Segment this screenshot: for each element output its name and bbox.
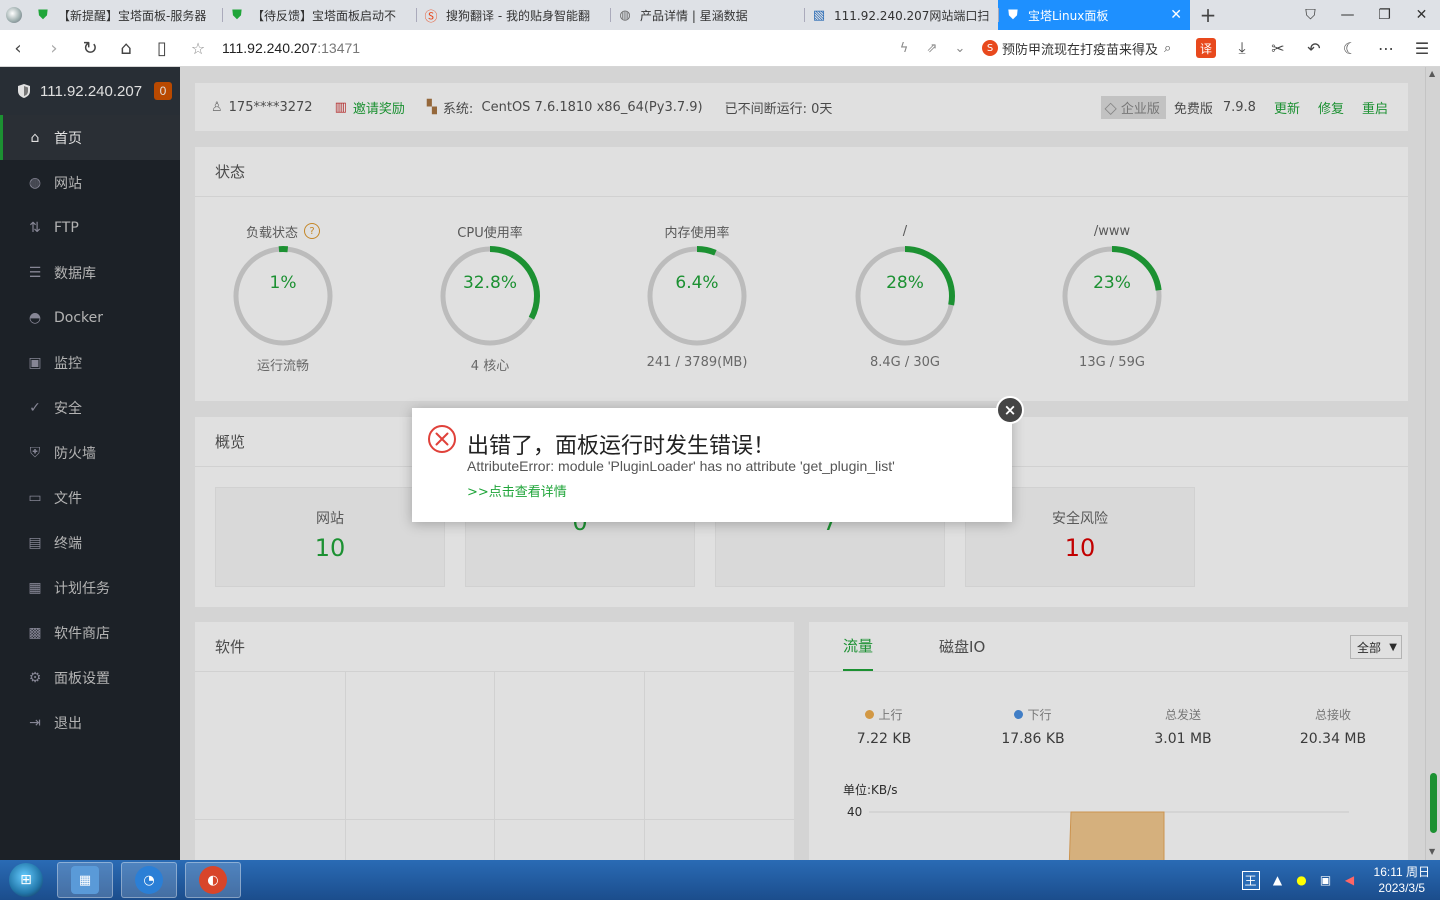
tab-title: 宝塔Linux面板 (1028, 8, 1109, 23)
search-text: 预防甲流现在打疫苗来得及 (1002, 42, 1158, 58)
search-icon[interactable]: ⌕ (1164, 41, 1171, 56)
bookmark-star-icon[interactable]: ☆ (180, 30, 216, 67)
minimize-button[interactable]: — (1329, 0, 1366, 30)
download-icon[interactable]: ⤓ (1224, 30, 1260, 67)
scissors-icon[interactable]: ✂ (1260, 30, 1296, 67)
shield-icon: ⛊ (232, 7, 242, 23)
translate-button[interactable]: 译 (1188, 30, 1224, 67)
shield-icon: ⛊ (1008, 7, 1018, 23)
ime-icon[interactable]: 王 (1241, 870, 1260, 890)
browser-tab[interactable]: ◍ 产品详情 | 星涵数据 (610, 0, 804, 30)
sogou-icon: S (982, 40, 998, 56)
close-dialog-button[interactable]: × (996, 396, 1024, 424)
chevron-down-icon[interactable]: ⌄ (946, 41, 974, 56)
windows-taskbar: ⊞ ▦ ◔ ◐ 王 ▲ ● ▣ ◀ 16:11 周日 2023/3/5 (0, 860, 1440, 900)
reader-mode-icon[interactable]: ▯ (144, 30, 180, 67)
tab-title: 【待反馈】宝塔面板启动不 (252, 8, 397, 23)
globe-icon: ◍ (619, 7, 631, 23)
tray-expand-icon[interactable]: ▲ (1266, 873, 1290, 887)
error-dialog: 出错了，面板运行时发生错误！ AttributeError: module 'P… (412, 408, 1012, 522)
lightning-icon[interactable]: ϟ (890, 41, 918, 56)
reload-button[interactable]: ↻ (72, 30, 108, 67)
app-icon: ◐ (199, 866, 227, 894)
browser-tab-strip: ⛊ 【新提醒】宝塔面板-服务器 ⛊ 【待反馈】宝塔面板启动不 Ⓢ 搜狗翻译 - 我的贴身智… (0, 0, 1440, 30)
taskbar-app-browser[interactable]: ◔ (121, 862, 177, 898)
browser-tab[interactable]: ▧ 111.92.240.207网站端口扫 (804, 0, 998, 30)
app-icon: ▦ (71, 866, 99, 894)
taskbar-app-3[interactable]: ◐ (185, 862, 241, 898)
browser-logo-icon[interactable] (0, 0, 28, 30)
more-icon[interactable]: ⋯ (1368, 30, 1404, 67)
forward-button[interactable]: › (36, 30, 72, 67)
close-tab-icon[interactable]: ✕ (1164, 7, 1182, 23)
search-box[interactable]: S 预防甲流现在打疫苗来得及 ⌕ (982, 39, 1188, 58)
browser-tab[interactable]: ⛊ 宝塔Linux面板 ✕ (998, 0, 1190, 30)
start-button[interactable]: ⊞ (0, 860, 52, 900)
sogou-icon: Ⓢ (424, 9, 438, 25)
browser-app-icon: ◔ (135, 866, 163, 894)
network-icon[interactable]: ▣ (1314, 873, 1338, 887)
browser-tab[interactable]: ⛊ 【新提醒】宝塔面板-服务器 (28, 0, 222, 30)
error-title: 出错了，面板运行时发生错误！ (467, 434, 776, 459)
volume-muted-icon[interactable]: ◀ (1338, 873, 1362, 887)
shield-icon: ⛊ (38, 7, 48, 23)
page-icon: ▧ (812, 7, 826, 23)
taskbar-app-1[interactable]: ▦ (57, 862, 113, 898)
tray-app-icon[interactable]: ● (1290, 873, 1314, 887)
error-message: AttributeError: module 'PluginLoader' ha… (467, 458, 895, 474)
address-bar: ‹ › ↻ ⌂ ▯ ☆ 111.92.240.207:13471 ϟ ⇗ ⌄ S… (0, 30, 1440, 67)
back-button[interactable]: ‹ (0, 30, 36, 67)
view-details-link[interactable]: >>点击查看详情 (467, 481, 567, 500)
window-controls: ⛉ — ❐ ✕ (1292, 0, 1440, 30)
dark-mode-icon[interactable]: ☾ (1332, 30, 1368, 67)
browser-tab[interactable]: Ⓢ 搜狗翻译 - 我的贴身智能翻 (416, 0, 610, 30)
tab-title: 产品详情 | 星涵数据 (640, 8, 748, 23)
system-tray: 王 ▲ ● ▣ ◀ 16:11 周日 2023/3/5 (1241, 860, 1440, 900)
restore-button[interactable]: ❐ (1366, 0, 1403, 30)
share-icon[interactable]: ⇗ (918, 41, 946, 56)
clock[interactable]: 16:11 周日 2023/3/5 (1374, 864, 1430, 896)
url-field[interactable]: 111.92.240.207:13471 (222, 40, 842, 56)
browser-tab[interactable]: ⛊ 【待反馈】宝塔面板启动不 (222, 0, 416, 30)
tshirt-skin-icon[interactable]: ⛉ (1292, 0, 1329, 30)
tab-title: 111.92.240.207网站端口扫 (834, 8, 990, 23)
close-window-button[interactable]: ✕ (1403, 0, 1440, 30)
tab-title: 搜狗翻译 - 我的贴身智能翻 (446, 8, 590, 23)
menu-icon[interactable]: ☰ (1404, 30, 1440, 67)
new-tab-button[interactable]: + (1190, 0, 1226, 30)
undo-icon[interactable]: ↶ (1296, 30, 1332, 67)
error-icon (428, 425, 456, 453)
home-button[interactable]: ⌂ (108, 30, 144, 67)
tab-title: 【新提醒】宝塔面板-服务器 (58, 8, 207, 23)
